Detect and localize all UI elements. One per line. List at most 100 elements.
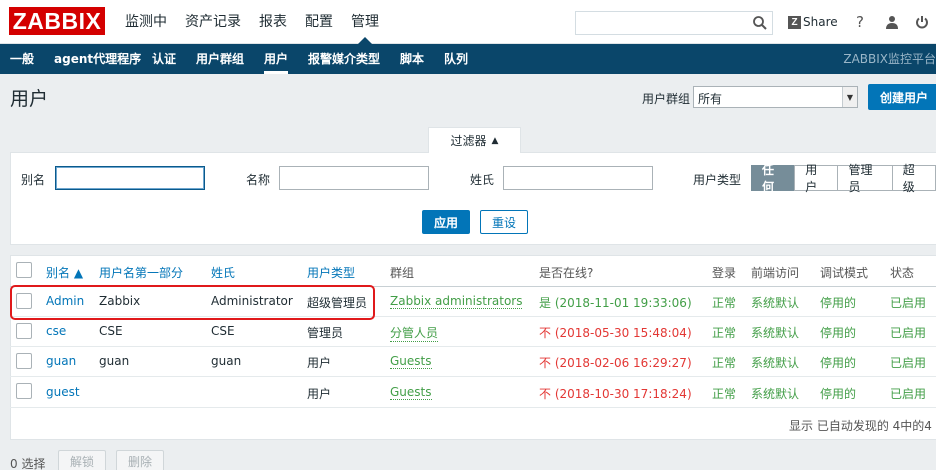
user-alias-link[interactable]: guest bbox=[46, 385, 80, 399]
user-type-user[interactable]: 用户 bbox=[794, 163, 839, 194]
name-input[interactable] bbox=[279, 166, 429, 190]
user-group-link[interactable]: Guests bbox=[390, 385, 432, 400]
help-icon[interactable]: ? bbox=[851, 13, 869, 31]
user-online-status: 不 (2018-10-30 17:18:24) bbox=[539, 387, 692, 401]
apply-button[interactable]: 应用 bbox=[422, 210, 470, 234]
reset-button[interactable]: 重设 bbox=[480, 210, 528, 234]
sub-navigation: 一般 agent代理程序 认证 用户群组 用户 报警媒介类型 脚本 队列 ZAB… bbox=[0, 44, 936, 74]
subnav-queue[interactable]: 队列 bbox=[444, 44, 468, 74]
select-all-checkbox[interactable] bbox=[16, 262, 32, 278]
page-title: 用户 bbox=[10, 88, 49, 110]
share-label: Share bbox=[803, 15, 838, 29]
surname-label: 姓氏 bbox=[470, 173, 495, 187]
user-group-select[interactable]: 所有 ▼ bbox=[693, 86, 858, 108]
user-profile-icon[interactable] bbox=[883, 13, 901, 31]
row-checkbox[interactable] bbox=[16, 383, 32, 399]
filter-tab[interactable]: 过滤器 ▲ bbox=[428, 127, 521, 153]
user-debug-mode[interactable]: 停用的 bbox=[820, 354, 856, 371]
user-frontend-access[interactable]: 系统默认 bbox=[751, 354, 799, 371]
alias-label: 别名 bbox=[21, 173, 46, 187]
subnav-authentication[interactable]: 认证 bbox=[152, 44, 176, 74]
menu-monitoring[interactable]: 监测中 bbox=[116, 0, 176, 44]
zabbix-logo[interactable]: ZABBIX bbox=[9, 7, 105, 35]
header-alias[interactable]: 别名 ▲ bbox=[46, 264, 83, 281]
header-surname[interactable]: 姓氏 bbox=[211, 264, 235, 281]
user-group-link[interactable]: Guests bbox=[390, 354, 432, 369]
filter-tab-label: 过滤器 bbox=[450, 134, 487, 148]
header-online: 是否在线? bbox=[539, 266, 594, 280]
unlock-button[interactable]: 解锁 bbox=[58, 450, 106, 470]
user-debug-mode[interactable]: 停用的 bbox=[820, 385, 856, 402]
top-header: ZABBIX 监测中 资产记录 报表 配置 管理 Z Share ? bbox=[0, 0, 936, 44]
user-alias-link[interactable]: cse bbox=[46, 324, 66, 338]
user-type-segmented: 任何 用户 管理员 超级 bbox=[751, 163, 936, 194]
collapse-up-icon: ▲ bbox=[491, 135, 499, 146]
user-surname: guan bbox=[211, 354, 242, 368]
header-login: 登录 bbox=[712, 266, 737, 280]
user-debug-mode[interactable]: 停用的 bbox=[820, 294, 856, 311]
user-status[interactable]: 已启用 bbox=[890, 294, 926, 311]
user-online-status: 是 (2018-11-01 19:33:06) bbox=[539, 296, 692, 310]
user-alias-link[interactable]: guan bbox=[46, 354, 76, 368]
user-type-admin[interactable]: 管理员 bbox=[837, 163, 893, 194]
header-status: 状态 bbox=[890, 266, 915, 280]
delete-button[interactable]: 删除 bbox=[116, 450, 164, 470]
user-login-status[interactable]: 正常 bbox=[712, 324, 736, 341]
table-paging-info: 显示 已自动发现的 4中的4 bbox=[789, 419, 932, 433]
user-group-link[interactable]: 分管人员 bbox=[390, 324, 439, 342]
create-user-button[interactable]: 创建用户 bbox=[868, 84, 936, 110]
user-status[interactable]: 已启用 bbox=[890, 354, 926, 371]
server-brand-name: ZABBIX监控平台 bbox=[843, 52, 936, 66]
subnav-general[interactable]: 一般 bbox=[10, 44, 34, 74]
share-link[interactable]: Z Share bbox=[788, 13, 838, 31]
menu-configuration[interactable]: 配置 bbox=[296, 0, 342, 44]
row-divider bbox=[10, 407, 936, 408]
user-debug-mode[interactable]: 停用的 bbox=[820, 324, 856, 341]
header-groups: 群组 bbox=[390, 266, 415, 280]
user-frontend-access[interactable]: 系统默认 bbox=[751, 324, 799, 341]
subnav-users[interactable]: 用户 bbox=[264, 44, 289, 74]
alias-input[interactable] bbox=[55, 166, 205, 190]
subnav-scripts[interactable]: 脚本 bbox=[400, 44, 424, 74]
menu-inventory[interactable]: 资产记录 bbox=[176, 0, 250, 44]
user-type-label: 用户类型 bbox=[693, 173, 742, 187]
menu-reports[interactable]: 报表 bbox=[250, 0, 296, 44]
name-label: 名称 bbox=[246, 173, 271, 187]
user-type-super-admin[interactable]: 超级 bbox=[891, 163, 936, 194]
user-login-status[interactable]: 正常 bbox=[712, 385, 736, 402]
row-checkbox[interactable] bbox=[16, 323, 32, 339]
header-user-type[interactable]: 用户类型 bbox=[307, 264, 355, 281]
users-table bbox=[10, 255, 936, 440]
header-debug-mode: 调试模式 bbox=[820, 266, 869, 280]
user-name: CSE bbox=[99, 324, 123, 338]
dropdown-arrow-icon: ▼ bbox=[842, 87, 857, 107]
user-type-any[interactable]: 任何 bbox=[751, 163, 796, 194]
row-checkbox[interactable] bbox=[16, 353, 32, 369]
menu-administration[interactable]: 管理 bbox=[342, 0, 388, 44]
search-icon[interactable] bbox=[752, 15, 768, 31]
user-name: guan bbox=[99, 354, 130, 368]
user-login-status[interactable]: 正常 bbox=[712, 354, 736, 371]
user-group-label: 用户群组 bbox=[642, 92, 691, 106]
user-frontend-access[interactable]: 系统默认 bbox=[751, 294, 799, 311]
user-surname: CSE bbox=[211, 324, 235, 338]
user-status[interactable]: 已启用 bbox=[890, 324, 926, 341]
row-divider bbox=[10, 376, 936, 377]
subnav-agent-proxies[interactable]: agent代理程序 bbox=[54, 44, 141, 74]
search-input[interactable] bbox=[575, 11, 773, 35]
user-type: 用户 bbox=[307, 356, 332, 370]
main-menu: 监测中 资产记录 报表 配置 管理 bbox=[116, 0, 388, 44]
user-login-status[interactable]: 正常 bbox=[712, 294, 736, 311]
surname-input[interactable] bbox=[503, 166, 653, 190]
user-online-status: 不 (2018-02-06 16:29:27) bbox=[539, 356, 692, 370]
user-status[interactable]: 已启用 bbox=[890, 385, 926, 402]
user-type: 管理员 bbox=[307, 326, 344, 340]
user-group-value: 所有 bbox=[698, 92, 723, 106]
user-frontend-access[interactable]: 系统默认 bbox=[751, 385, 799, 402]
power-icon[interactable] bbox=[913, 13, 931, 31]
subnav-media-types[interactable]: 报警媒介类型 bbox=[308, 44, 380, 74]
user-type: 用户 bbox=[307, 387, 332, 401]
subnav-user-groups[interactable]: 用户群组 bbox=[196, 44, 244, 74]
header-name[interactable]: 用户名第一部分 bbox=[99, 264, 183, 281]
user-group-link[interactable]: Zabbix administrators bbox=[390, 294, 523, 309]
